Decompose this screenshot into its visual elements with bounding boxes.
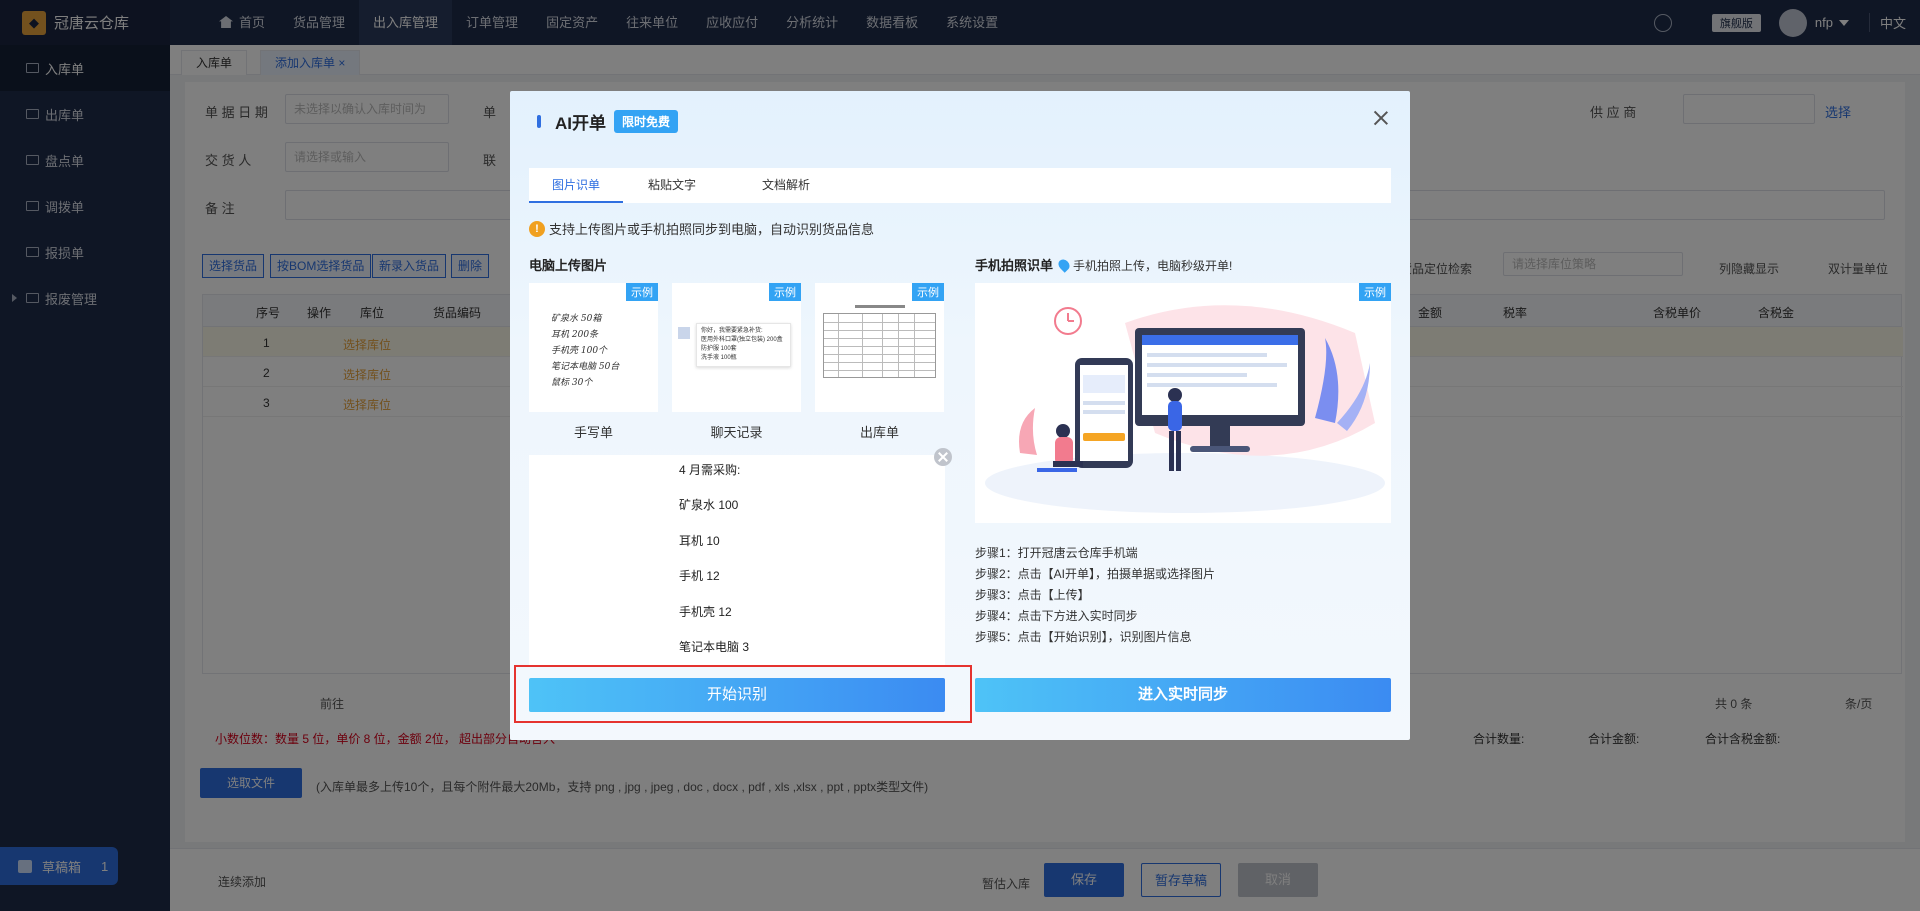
recognized-text-area[interactable]: 4 月需采购: 矿泉水 100 耳机 10 手机 12 手机壳 12 笔记本电脑… bbox=[529, 455, 945, 666]
phone-scan-illustration: 示例 bbox=[975, 283, 1391, 523]
tab-paste-text[interactable]: 粘贴文字 bbox=[625, 168, 719, 203]
sheet-table-icon bbox=[823, 313, 936, 378]
highlight-box bbox=[514, 665, 972, 723]
tab-image-recognition[interactable]: 图片识单 bbox=[529, 168, 623, 203]
clear-text-icon[interactable] bbox=[934, 448, 952, 466]
sample-tag: 示例 bbox=[769, 283, 801, 301]
sample-tag: 示例 bbox=[626, 283, 658, 301]
modal-tabs: 图片识单 粘贴文字 文档解析 bbox=[529, 168, 1391, 203]
sample-handwritten[interactable]: 示例 矿泉水 50箱 耳机 200条 手机壳 100个 笔记本电脑 50台 鼠标… bbox=[529, 283, 658, 412]
ai-order-modal: AI开单 限时免费 图片识单 粘贴文字 文档解析 ! 支持上传图片或手机拍照同步… bbox=[510, 91, 1410, 740]
phone-section-title: 手机拍照识单 手机拍照上传，电脑秒级开单! bbox=[975, 257, 1233, 273]
free-badge: 限时免费 bbox=[614, 109, 679, 133]
sample-outbound-sheet[interactable]: 示例 bbox=[815, 283, 944, 412]
tab-document-parse[interactable]: 文档解析 bbox=[739, 168, 833, 203]
chat-bubble: 你好，我需要紧急补货: 医用外科口罩(独立包装) 200盒 防护服 100套 洗… bbox=[696, 323, 791, 367]
sample-tag: 示例 bbox=[912, 283, 944, 301]
sample-chat[interactable]: 示例 你好，我需要紧急补货: 医用外科口罩(独立包装) 200盒 防护服 100… bbox=[672, 283, 801, 412]
title-accent-bar bbox=[537, 114, 541, 128]
sample-label-handwritten: 手写单 bbox=[573, 425, 613, 440]
sample-label-outbound: 出库单 bbox=[859, 425, 899, 440]
handwritten-text: 矿泉水 50箱 耳机 200条 手机壳 100个 笔记本电脑 50台 鼠标 30… bbox=[551, 314, 620, 388]
location-pin-icon bbox=[1056, 257, 1072, 273]
info-icon: ! bbox=[529, 220, 545, 237]
chat-avatar-icon bbox=[678, 327, 690, 339]
illustration-graphic bbox=[985, 305, 1385, 513]
sheet-title-line bbox=[855, 305, 905, 308]
modal-title: AI开单 限时免费 bbox=[537, 107, 679, 135]
phone-steps: 步骤1：打开冠唐云仓库手机端 步骤2：点击【AI开单】，拍摄单据或选择图片 步骤… bbox=[975, 546, 1216, 644]
pc-upload-title: 电脑上传图片 bbox=[529, 258, 608, 273]
realtime-sync-button[interactable]: 进入实时同步 bbox=[975, 678, 1391, 712]
close-icon[interactable] bbox=[1374, 111, 1388, 125]
modal-tip: ! 支持上传图片或手机拍照同步到电脑，自动识别货品信息 bbox=[529, 219, 874, 238]
sample-tag: 示例 bbox=[1359, 283, 1391, 301]
sample-label-chat: 聊天记录 bbox=[710, 425, 763, 440]
